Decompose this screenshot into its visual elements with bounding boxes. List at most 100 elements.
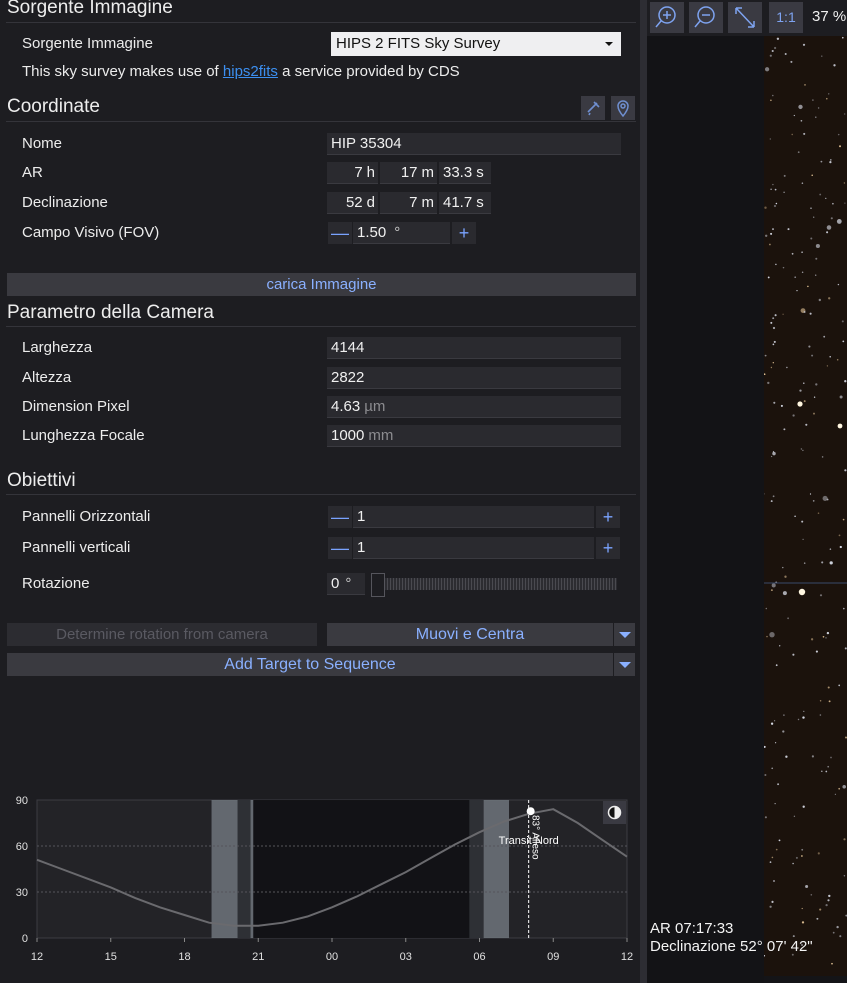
zoom-out-button[interactable]: [689, 2, 723, 33]
star: [842, 518, 845, 521]
star: [802, 716, 805, 719]
star: [811, 174, 813, 177]
star: [815, 274, 817, 276]
star: [771, 49, 774, 53]
star: [815, 257, 818, 260]
star: [828, 894, 831, 898]
star: [771, 856, 774, 859]
hips2fits-link[interactable]: hips2fits: [223, 63, 278, 80]
fov-decrement-button[interactable]: —: [328, 222, 352, 244]
star: [813, 412, 815, 415]
star: [828, 700, 831, 703]
camera-width-input[interactable]: 4144: [327, 337, 621, 359]
x-tick-label: 21: [252, 951, 264, 963]
star: [809, 312, 812, 315]
vertical-panels-increment-button[interactable]: +: [596, 537, 620, 559]
star: [842, 340, 845, 343]
star: [780, 404, 783, 407]
star: [770, 455, 773, 458]
one-to-one-button[interactable]: 1:1: [769, 2, 803, 33]
star: [827, 899, 830, 902]
twilight-inner-strip: [469, 800, 484, 938]
slider-thumb[interactable]: [371, 573, 385, 597]
star: [764, 373, 766, 376]
focal-length-label: Lunghezza Focale: [22, 427, 145, 444]
star: [818, 298, 821, 302]
location-button[interactable]: [611, 96, 635, 120]
fov-input[interactable]: 1.50 °: [353, 222, 450, 244]
ra-seconds-input[interactable]: 33.3 s: [439, 162, 491, 184]
star: [770, 321, 773, 324]
star: [799, 389, 802, 392]
star: [838, 787, 841, 790]
y-tick-label: 60: [16, 841, 28, 853]
star: [815, 243, 820, 249]
horizontal-panels-increment-button[interactable]: +: [596, 506, 620, 528]
focal-length-input[interactable]: 1000 mm: [327, 425, 621, 447]
star: [769, 861, 772, 863]
dec-degrees-input[interactable]: 52 d: [327, 192, 378, 214]
night-band-1: [253, 800, 470, 938]
star: [783, 428, 786, 431]
star: [772, 362, 774, 364]
star: [827, 93, 830, 95]
star: [826, 365, 829, 367]
star: [843, 182, 846, 184]
rotation-slider[interactable]: [371, 573, 617, 597]
bright-star: [837, 423, 843, 429]
star: [782, 266, 785, 269]
star: [829, 548, 832, 550]
ra-hours-input[interactable]: 7h: [327, 162, 378, 184]
star: [821, 456, 824, 458]
star: [764, 493, 765, 495]
dec-seconds-input[interactable]: 41.7 s: [439, 192, 491, 214]
move-center-dropdown[interactable]: [613, 623, 635, 646]
dec-minutes-input[interactable]: 7m: [380, 192, 437, 214]
target-name-input[interactable]: HIP 35304: [327, 133, 621, 155]
sky-object-search-button[interactable]: [581, 96, 605, 120]
star: [843, 838, 846, 841]
fit-to-screen-button[interactable]: [728, 2, 762, 33]
star: [801, 907, 803, 910]
star: [772, 451, 775, 453]
star: [802, 449, 804, 452]
zoom-in-button[interactable]: [650, 2, 684, 33]
ra-seconds-value: 33.3: [443, 164, 473, 181]
sky-image[interactable]: [764, 36, 847, 976]
star: [773, 340, 776, 343]
fov-increment-button[interactable]: +: [452, 222, 476, 244]
image-source-select[interactable]: HIPS 2 FITS Sky Survey: [331, 32, 621, 56]
ra-minutes-input[interactable]: 17 m: [380, 162, 437, 184]
star: [778, 839, 781, 842]
horizontal-panels-label: Pannelli Orizzontali: [22, 508, 151, 525]
star: [810, 638, 814, 641]
load-image-button[interactable]: carica Immagine: [7, 273, 636, 296]
camera-height-input[interactable]: 2822: [327, 367, 621, 389]
move-center-button[interactable]: Muovi e Centra: [327, 623, 613, 646]
vertical-panels-decrement-button[interactable]: —: [328, 537, 352, 559]
dec-minutes-value: 7: [409, 194, 418, 211]
star: [808, 345, 811, 348]
image-source-selected: HIPS 2 FITS Sky Survey: [336, 35, 501, 52]
star: [830, 217, 833, 220]
panel-splitter[interactable]: [640, 0, 647, 983]
star: [777, 783, 780, 786]
rotation-value: 0: [331, 575, 340, 592]
horizontal-panels-decrement-button[interactable]: —: [328, 506, 352, 528]
divider: [6, 326, 636, 327]
horizontal-panels-input[interactable]: 1: [353, 506, 594, 528]
star: [764, 206, 767, 209]
star: [838, 684, 841, 687]
star: [843, 607, 845, 610]
add-target-dropdown[interactable]: [613, 653, 635, 676]
star: [770, 99, 772, 102]
rotation-input[interactable]: 0 °: [327, 573, 365, 595]
pixel-size-input[interactable]: 4.63 µm: [327, 396, 621, 418]
credit-prefix: This sky survey makes use of: [22, 63, 219, 80]
vertical-panels-input[interactable]: 1: [353, 537, 594, 559]
determine-rotation-button[interactable]: Determine rotation from camera: [7, 623, 317, 646]
star: [812, 99, 814, 101]
star: [764, 816, 767, 819]
star: [765, 234, 768, 237]
add-target-button[interactable]: Add Target to Sequence: [7, 653, 613, 676]
